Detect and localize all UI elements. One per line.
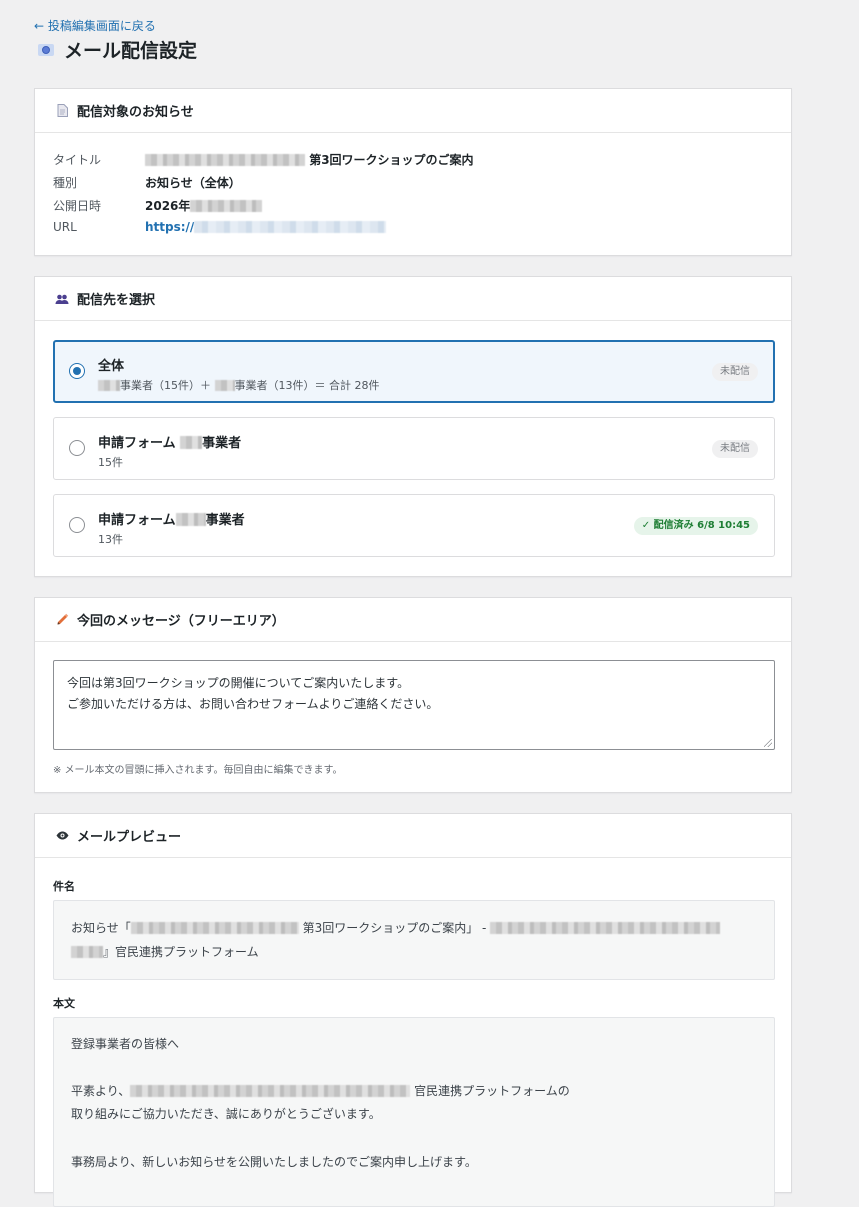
status-badge: 未配信: [712, 440, 758, 458]
redacted-text: [145, 154, 305, 166]
option-title: 申請フォーム 事業者: [98, 432, 241, 451]
back-to-editor-link[interactable]: ← 投稿編集画面に戻る: [34, 17, 156, 34]
eye-icon: [55, 829, 69, 843]
option-title-part: 事業者: [205, 513, 245, 528]
recipient-option-all[interactable]: 全体 事業者（15件）＋ 事業者（13件）＝ 合計 28件 未配信: [53, 340, 775, 403]
subject-line: 』官民連携プラットフォーム: [71, 940, 259, 964]
notice-card: 配信対象のお知らせ タイトル 第3回ワークショップのご案内 種別 お知らせ（全体…: [34, 88, 792, 256]
pencil-icon: [55, 613, 69, 627]
info-value: 第3回ワークショップのご案内: [145, 151, 474, 168]
subject-preview: お知らせ「 第3回ワークショップのご案内」 - 』官民連携プラットフォーム: [53, 900, 775, 980]
subject-line: お知らせ「 第3回ワークショップのご案内」 -: [71, 916, 721, 940]
info-label: タイトル: [53, 153, 102, 167]
notice-title-value: 第3回ワークショップのご案内: [309, 153, 474, 167]
page-title-text: メール配信設定: [64, 40, 198, 62]
option-sub-part: 事業者（15件）＋: [120, 379, 211, 392]
subject-part: お知らせ「: [71, 921, 131, 935]
subject-label: 件名: [53, 880, 75, 893]
status-badge: 未配信: [712, 363, 758, 381]
sent-status-badge: ✓ 配信済み 6/8 10:45: [633, 517, 758, 535]
message-note: ※ メール本文の冒頭に挿入されます。毎回自由に編集できます。: [53, 765, 343, 776]
subject-part: 』官民連携プラットフォーム: [103, 945, 259, 959]
body-part: 官民連携プラットフォームの: [414, 1084, 570, 1098]
recipients-card-title: 配信先を選択: [77, 293, 156, 308]
option-subtitle: 13件: [98, 533, 123, 546]
body-part: 平素より、: [71, 1084, 131, 1098]
option-sub-part: 事業者（13件）＝ 合計 28件: [234, 379, 380, 392]
notice-url-link[interactable]: https://: [145, 220, 387, 234]
body-line: 取り組みにご協力いただき、誠にありがとうございます。: [71, 1107, 381, 1121]
resize-handle[interactable]: [764, 739, 772, 747]
preview-card-header: メールプレビュー: [35, 814, 791, 858]
page-title: メール配信設定: [36, 36, 197, 63]
info-value: 2026年: [145, 197, 263, 214]
message-card: 今回のメッセージ（フリーエリア） 今回は第3回ワークショップの開催についてご案内…: [34, 597, 792, 793]
message-line: ご参加いただける方は、お問い合わせフォームよりご連絡ください。: [67, 697, 439, 711]
redacted-text: [98, 380, 120, 391]
body-line: 平素より、 官民連携プラットフォームの: [71, 1079, 570, 1103]
option-subtitle: 15件: [98, 456, 123, 469]
redacted-text: [214, 380, 235, 391]
redacted-text: [130, 1085, 411, 1097]
redacted-text: [490, 922, 721, 934]
body-label: 本文: [53, 997, 75, 1010]
recipient-option-group-a[interactable]: 申請フォーム 事業者 15件 未配信: [53, 417, 775, 480]
radio-button[interactable]: [69, 517, 85, 533]
redacted-text: [175, 513, 206, 526]
info-label: 種別: [53, 176, 78, 190]
message-card-title: 今回のメッセージ（フリーエリア）: [77, 614, 285, 629]
subject-part: 第3回ワークショップのご案内」 -: [302, 921, 487, 935]
preview-card: メールプレビュー 件名 お知らせ「 第3回ワークショップのご案内」 - 』官民連…: [34, 813, 792, 1207]
option-subtitle: 事業者（15件）＋ 事業者（13件）＝ 合計 28件: [98, 377, 380, 393]
info-label: 公開日時: [53, 199, 102, 213]
recipients-card-header: 配信先を選択: [35, 277, 791, 321]
info-value: お知らせ（全体）: [145, 176, 241, 190]
option-title-part: 申請フォーム: [98, 513, 176, 528]
radio-button[interactable]: [69, 363, 85, 379]
message-card-header: 今回のメッセージ（フリーエリア）: [35, 598, 791, 642]
url-text: https://: [145, 220, 195, 234]
preview-card-title: メールプレビュー: [77, 830, 182, 845]
recipient-option-group-b[interactable]: 申請フォーム 事業者 13件 ✓ 配信済み 6/8 10:45: [53, 494, 775, 557]
publish-date-value: 2026年: [145, 199, 191, 213]
redacted-text: [194, 221, 387, 233]
redacted-text: [190, 200, 263, 212]
redacted-text: [71, 946, 103, 958]
body-line: 登録事業者の皆様へ: [71, 1037, 180, 1051]
radio-button[interactable]: [69, 440, 85, 456]
recipients-card: 配信先を選択 全体 事業者（15件）＋ 事業者（13件）＝ 合計 28件 未配信…: [34, 276, 792, 577]
envelope-icon: [36, 40, 56, 60]
option-title: 全体: [98, 359, 125, 374]
document-icon: [55, 104, 69, 118]
users-icon: [55, 292, 69, 306]
message-textarea[interactable]: 今回は第3回ワークショップの開催についてご案内いたします。 ご参加いただける方は…: [53, 660, 775, 750]
notice-card-header: 配信対象のお知らせ: [35, 89, 791, 133]
message-line: 今回は第3回ワークショップの開催についてご案内いたします。: [67, 676, 410, 690]
info-label: URL: [53, 220, 77, 234]
redacted-text: [180, 436, 203, 449]
option-title-part: 申請フォーム: [98, 436, 176, 451]
option-title: 申請フォーム 事業者: [98, 509, 245, 528]
body-preview: 登録事業者の皆様へ 平素より、 官民連携プラットフォームの 取り組みにご協力いた…: [53, 1017, 775, 1207]
notice-card-title: 配信対象のお知らせ: [77, 105, 194, 120]
option-title-part: 事業者: [202, 436, 242, 451]
body-line: 事務局より、新しいお知らせを公開いたしましたのでご案内申し上げます。: [71, 1155, 477, 1169]
redacted-text: [130, 922, 299, 934]
